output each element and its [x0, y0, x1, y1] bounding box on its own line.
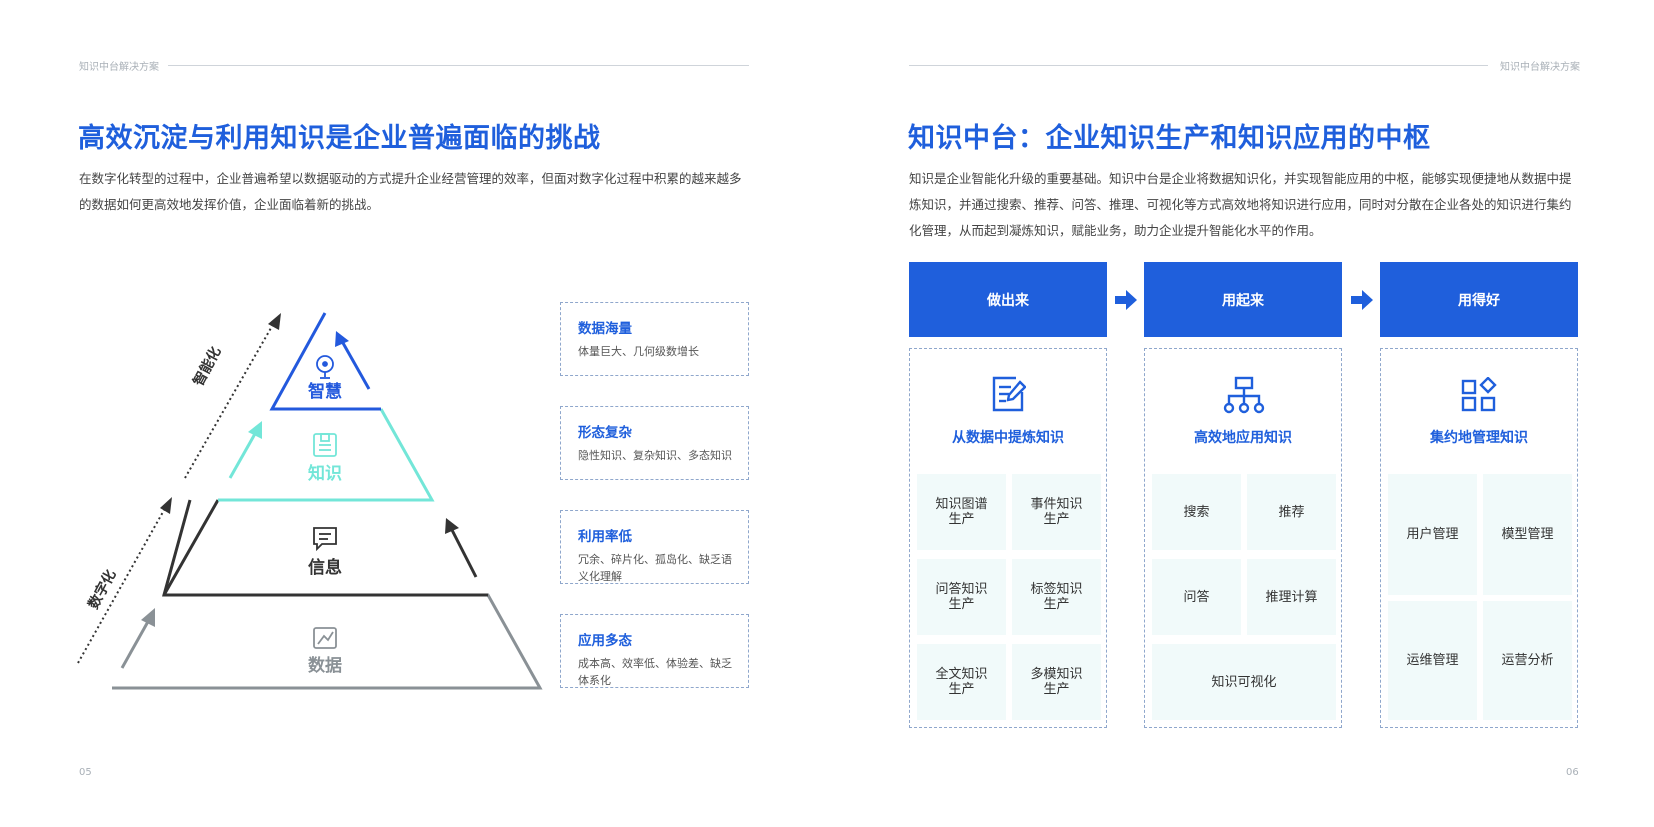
column-header-manage: 用得好: [1380, 262, 1578, 337]
capability-cell: 问答知识 生产: [917, 559, 1006, 635]
pyramid-label-info: 信息: [308, 558, 342, 578]
message-icon: [313, 527, 337, 552]
document-icon: [313, 433, 337, 457]
intelligence-axis: [184, 320, 276, 479]
callout-complex-forms: 形态复杂 隐性知识、复杂知识、多态知识: [560, 406, 749, 480]
callout-title: 数据海量: [578, 321, 632, 337]
capability-cell: 多模知识 生产: [1012, 644, 1101, 720]
capability-cell: 模型管理: [1483, 474, 1572, 595]
column-title: 从数据中提炼知识: [952, 430, 1064, 446]
digitalization-axis: [77, 502, 169, 664]
capability-cell: 运维管理: [1388, 601, 1477, 720]
capability-cell: 推理计算: [1247, 559, 1336, 635]
callout-diverse-applications: 应用多态 成本高、效率低、体验差、缺乏体系化: [560, 614, 749, 688]
pyramid-level-info: [162, 499, 488, 597]
column-body-produce: 从数据中提炼知识 知识图谱 生产 事件知识 生产 问答知识 生产 标签知识 生产…: [909, 348, 1107, 728]
capability-cell: 搜索: [1152, 474, 1241, 550]
left-page-title: 高效沉淀与利用知识是企业普遍面临的挑战: [78, 123, 601, 154]
callout-low-utilization: 利用率低 冗余、碎片化、孤岛化、缺乏语义化理解: [560, 510, 749, 584]
data-level-arrow: [120, 617, 152, 669]
trend-chart-icon: [313, 627, 337, 649]
callout-text: 成本高、效率低、体验差、缺乏体系化: [578, 657, 732, 687]
capability-cell: 问答: [1152, 559, 1241, 635]
column-title: 集约地管理知识: [1430, 430, 1528, 446]
callout-title: 利用率低: [578, 529, 632, 545]
info-level-arrow: [450, 529, 478, 578]
capability-cell: 用户管理: [1388, 474, 1477, 595]
right-page-title: 知识中台：企业知识生产和知识应用的中枢: [908, 123, 1431, 154]
knowledge-level-arrow: [228, 431, 258, 479]
digitalization-axis-arrowhead: [160, 497, 172, 514]
pyramid-label-wisdom: 智慧: [308, 382, 342, 402]
hierarchy-icon: [1223, 376, 1265, 418]
column-body-manage: 集约地管理知识 用户管理 模型管理 运维管理 运营分析: [1380, 348, 1578, 728]
capability-cell: 推荐: [1247, 474, 1336, 550]
lightbulb-icon: [316, 355, 334, 379]
callout-text: 隐性知识、复杂知识、多态知识: [578, 449, 732, 462]
column-body-apply: 高效地应用知识 搜索 推荐 问答 推理计算 知识可视化: [1144, 348, 1342, 728]
intelligence-axis-arrowhead: [268, 313, 281, 330]
column-header-apply: 用起来: [1144, 262, 1342, 337]
capability-cell: 标签知识 生产: [1012, 559, 1101, 635]
right-header-rule: [909, 65, 1488, 66]
left-intro-paragraph: 在数字化转型的过程中，企业普遍希望以数据驱动的方式提升企业经营管理的效率，但面对…: [79, 171, 742, 212]
left-page-number: 05: [79, 767, 92, 778]
capability-cell: 知识图谱 生产: [917, 474, 1006, 550]
capability-cell: 运营分析: [1483, 601, 1572, 720]
pyramid-level-knowledge: [218, 408, 435, 502]
flow-arrow-icon: [1348, 288, 1376, 312]
pyramid-label-knowledge: 知识: [308, 464, 342, 484]
right-header-text: 知识中台解决方案: [1500, 62, 1580, 73]
callout-text: 体量巨大、几何级数增长: [578, 345, 699, 358]
capability-cell: 事件知识 生产: [1012, 474, 1101, 550]
callout-title: 应用多态: [578, 633, 632, 649]
knowledge-pyramid-diagram: [77, 312, 543, 690]
capability-cell: 全文知识 生产: [917, 644, 1006, 720]
callout-title: 形态复杂: [578, 425, 632, 441]
right-page-number: 06: [1566, 767, 1579, 778]
pyramid-label-data: 数据: [308, 656, 342, 676]
column-header-produce: 做出来: [909, 262, 1107, 337]
flow-arrow-icon: [1112, 288, 1140, 312]
grid-apps-icon: [1461, 376, 1497, 417]
callout-massive-data: 数据海量 体量巨大、几何级数增长: [560, 302, 749, 376]
edit-document-icon: [992, 376, 1027, 416]
capability-cell: 知识可视化: [1152, 644, 1336, 720]
callout-text: 冗余、碎片化、孤岛化、缺乏语义化理解: [578, 553, 732, 583]
left-header-rule: [168, 65, 749, 66]
right-intro-paragraph: 知识是企业智能化升级的重要基础。知识中台是企业将数据知识化，并实现智能应用的中枢…: [909, 171, 1572, 238]
left-header-text: 知识中台解决方案: [79, 62, 159, 73]
column-title: 高效地应用知识: [1194, 430, 1292, 446]
